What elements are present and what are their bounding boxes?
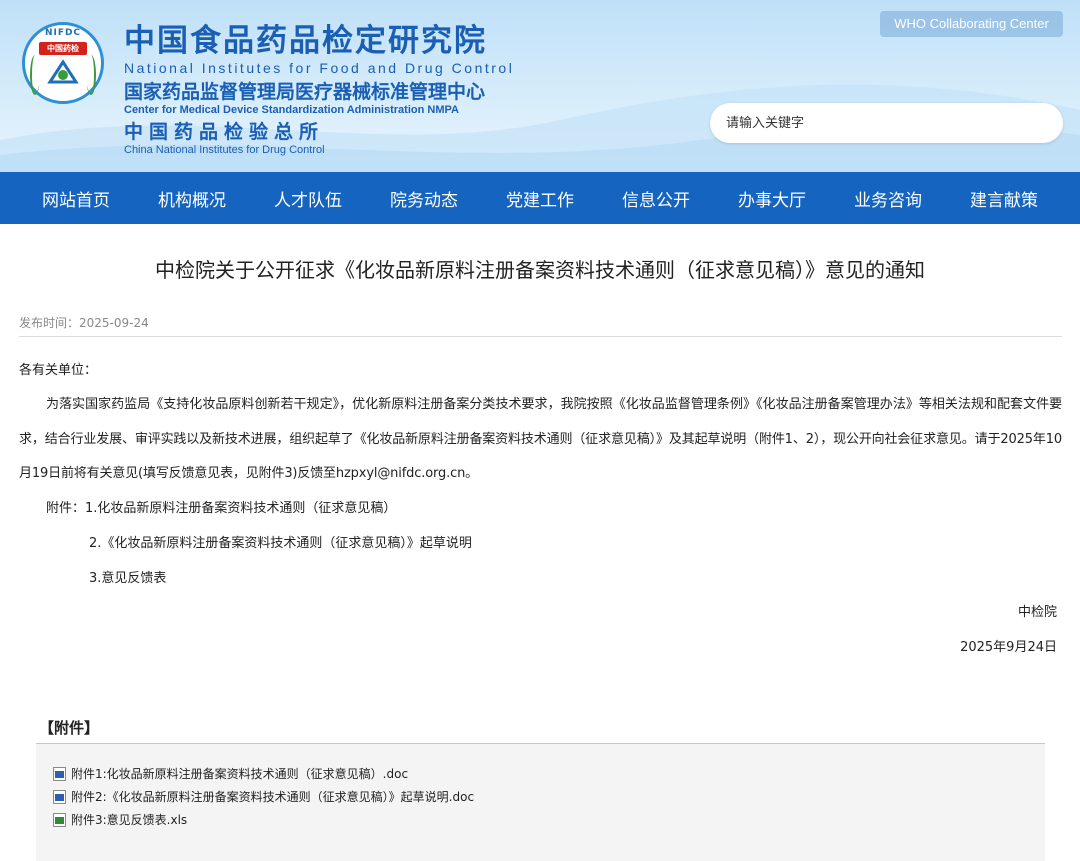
- title-divider: [19, 336, 1062, 337]
- attachment-line-3: 3.意见反馈表: [89, 571, 167, 586]
- site-subtitle-cn: 国家药品监督管理局医疗器械标准管理中心: [124, 81, 486, 103]
- attachments-list: 附件1:化妆品新原料注册备案资料技术通则（征求意见稿）.doc 附件2:《化妆品…: [53, 762, 474, 831]
- article-greeting: 各有关单位：: [19, 363, 98, 378]
- site-header: NIFDC 中国药检 中国食品药品检定研究院 National Institut…: [0, 0, 1080, 172]
- site-title-cn: 中国食品药品检定研究院: [124, 23, 487, 59]
- nav-item-suggestions[interactable]: 建言献策: [970, 186, 1038, 211]
- attachment-file-name[interactable]: 附件2:《化妆品新原料注册备案资料技术通则（征求意见稿）》起草说明.doc: [71, 788, 474, 805]
- site-subtitle-en: Center for Medical Device Standardizatio…: [124, 104, 459, 116]
- excel-xls-icon: [53, 812, 66, 827]
- nav-item-home[interactable]: 网站首页: [42, 186, 110, 211]
- logo-laurel-left: [30, 55, 40, 95]
- attachment-file-name[interactable]: 附件3:意见反馈表.xls: [71, 811, 187, 828]
- article-title: 中检院关于公开征求《化妆品新原料注册备案资料技术通则（征求意见稿）》意见的通知: [155, 258, 925, 282]
- attachment-file-name[interactable]: 附件1:化妆品新原料注册备案资料技术通则（征求意见稿）.doc: [71, 765, 408, 782]
- nav-item-disclosure[interactable]: 信息公开: [622, 186, 690, 211]
- attachments-heading: 【附件】: [39, 719, 100, 737]
- nav-item-party[interactable]: 党建工作: [506, 186, 574, 211]
- logo-emblem-icon: [47, 59, 79, 84]
- signature-date: 2025年9月24日: [960, 640, 1057, 655]
- nav-item-news[interactable]: 院务动态: [390, 186, 458, 211]
- nav-item-consulting[interactable]: 业务咨询: [854, 186, 922, 211]
- search-input[interactable]: [726, 103, 1016, 143]
- word-doc-icon: [53, 766, 66, 781]
- nav-item-talent[interactable]: 人才队伍: [274, 186, 342, 211]
- attachment-file-link[interactable]: 附件1:化妆品新原料注册备案资料技术通则（征求意见稿）.doc: [53, 762, 474, 785]
- main-nav: 网站首页 机构概况 人才队伍 院务动态 党建工作 信息公开 办事大厅 业务咨询 …: [0, 172, 1080, 224]
- logo-badge: 中国药检: [39, 42, 87, 55]
- article-main-paragraph: 为落实国家药监局《支持化妆品原料创新若干规定》，优化新原料注册备案分类技术要求，…: [19, 397, 1062, 481]
- nav-item-services[interactable]: 办事大厅: [738, 186, 806, 211]
- search-box: [710, 103, 1063, 143]
- site-sub2-en: China National Institutes for Drug Contr…: [124, 144, 325, 156]
- publish-date: 发布时间：2025-09-24: [19, 316, 149, 330]
- attachment-file-link[interactable]: 附件2:《化妆品新原料注册备案资料技术通则（征求意见稿）》起草说明.doc: [53, 785, 474, 808]
- attachment-file-link[interactable]: 附件3:意见反馈表.xls: [53, 808, 474, 831]
- attachment-line-1: 附件：1.化妆品新原料注册备案资料技术通则（征求意见稿）: [46, 501, 397, 516]
- logo-laurel-right: [86, 55, 96, 95]
- who-collaborating-center-button[interactable]: WHO Collaborating Center: [880, 11, 1063, 37]
- site-title-en: National Institutes for Food and Drug Co…: [124, 60, 515, 76]
- nifdc-logo[interactable]: NIFDC 中国药检: [22, 22, 104, 104]
- word-doc-icon: [53, 789, 66, 804]
- signature-org: 中检院: [1017, 605, 1057, 620]
- attachment-line-2: 2.《化妆品新原料注册备案资料技术通则（征求意见稿）》起草说明: [89, 536, 472, 551]
- logo-ring-text: NIFDC: [44, 28, 82, 38]
- site-sub2-cn: 中国药品检验总所: [124, 121, 325, 143]
- site-title-block: 中国食品药品检定研究院 National Institutes for Food…: [124, 22, 514, 157]
- nav-item-about[interactable]: 机构概况: [158, 186, 226, 211]
